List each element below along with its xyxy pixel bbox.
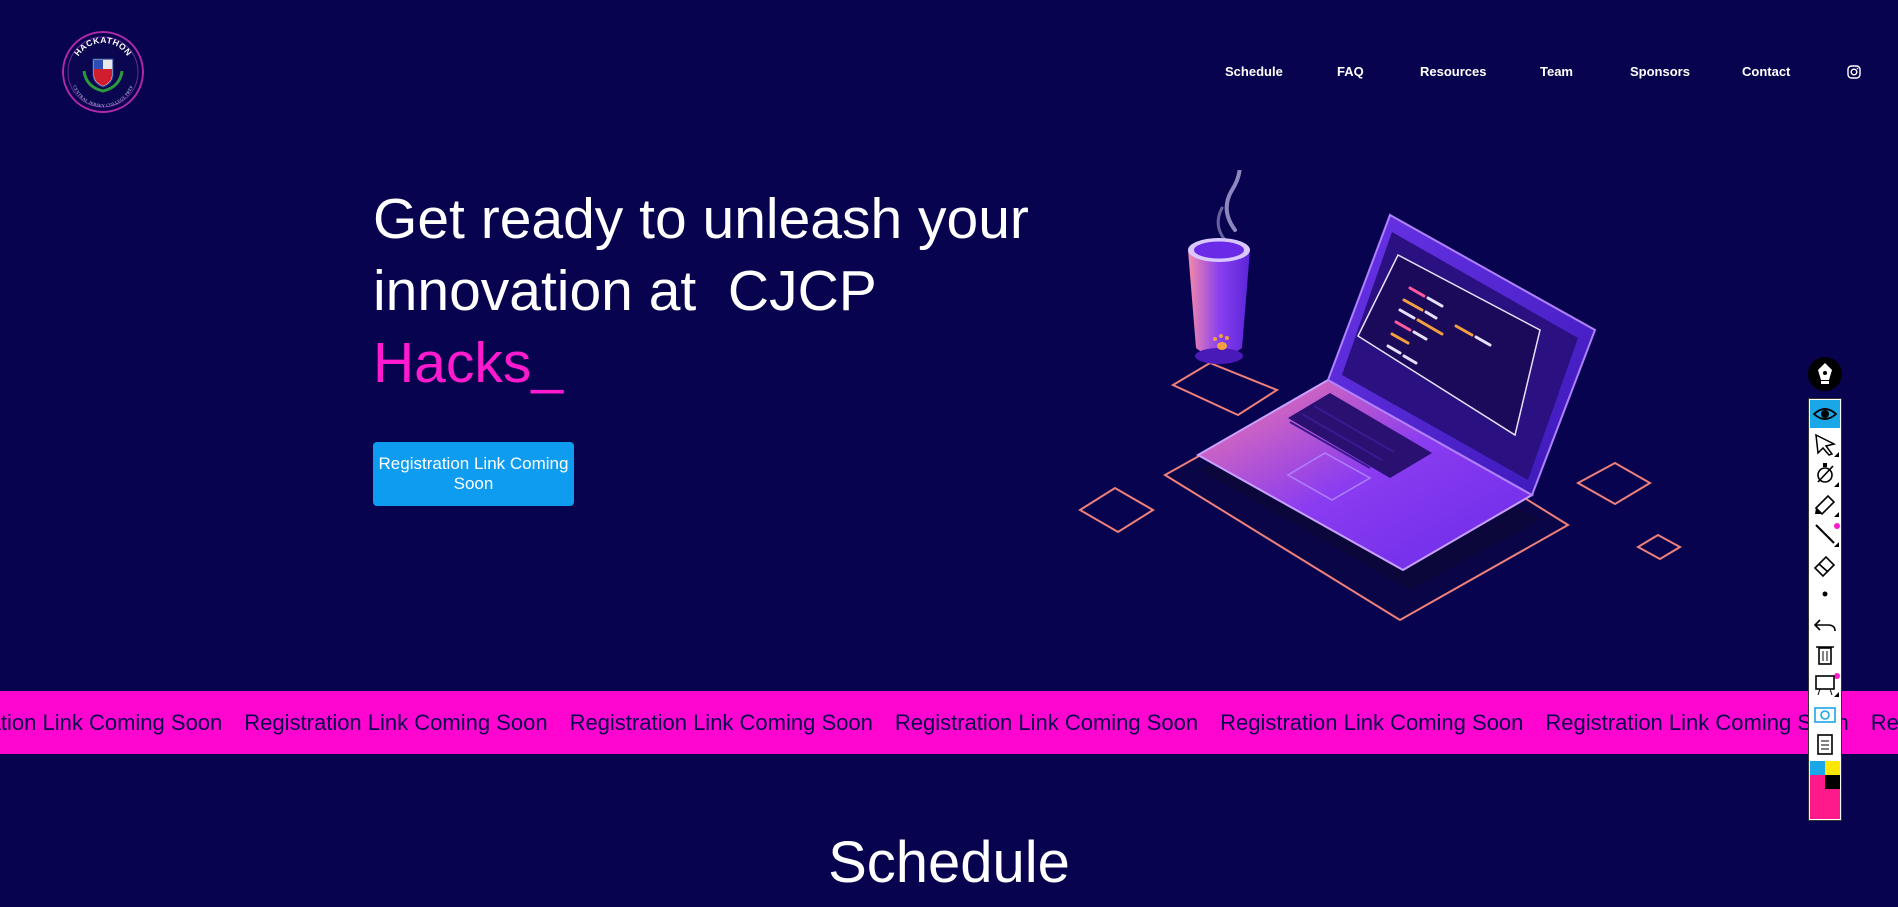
marquee-item: Registration Link Coming Soon: [1870, 710, 1898, 735]
hero-title-line2: innovation at CJCP: [373, 259, 877, 323]
nav-link-sponsors[interactable]: Sponsors: [1630, 64, 1690, 79]
screenshot-icon[interactable]: [1810, 700, 1840, 728]
marquee-item: Registration Link Coming Soon: [894, 710, 1199, 735]
pink-swatch[interactable]: [1810, 775, 1825, 789]
nav-link-contact[interactable]: Contact: [1742, 64, 1790, 79]
select-arrow-icon[interactable]: [1810, 430, 1840, 458]
trash-icon[interactable]: [1810, 640, 1840, 668]
hero-title: Get ready to unleash your innovation at …: [373, 183, 1093, 399]
hero-title-line1: Get ready to unleash your: [373, 187, 1029, 251]
dot-icon[interactable]: [1810, 580, 1840, 608]
current-color-swatch[interactable]: [1810, 789, 1840, 819]
page: HACKATHON CENTRAL JERSEY COLLEGE PREP Sc…: [0, 0, 1898, 907]
registration-button[interactable]: Registration Link Coming Soon: [373, 442, 574, 506]
eraser-icon[interactable]: [1810, 550, 1840, 578]
notes-icon[interactable]: [1810, 730, 1840, 758]
nav-link-team[interactable]: Team: [1540, 64, 1573, 79]
marquee-item: Registration Link Coming Soon: [1220, 710, 1524, 735]
laptop-coffee-illustration: [1078, 170, 1683, 622]
yellow-swatch[interactable]: [1825, 761, 1840, 775]
color-picker-icon[interactable]: [1810, 460, 1840, 488]
instagram-icon[interactable]: [1847, 65, 1861, 79]
black-swatch[interactable]: [1825, 775, 1840, 789]
undo-icon[interactable]: [1810, 610, 1840, 638]
nav-link-faq[interactable]: FAQ: [1337, 64, 1364, 79]
nav-link-schedule[interactable]: Schedule: [1225, 64, 1283, 79]
line-icon[interactable]: [1810, 520, 1840, 548]
main-nav: Schedule FAQ Resources Team Sponsors Con…: [0, 64, 1898, 84]
whiteboard-icon[interactable]: [1810, 670, 1840, 698]
schedule-heading: Schedule: [828, 830, 1070, 895]
pen-icon[interactable]: [1808, 357, 1842, 391]
marquee-track: Registration Link Coming Soon Registrati…: [0, 691, 1898, 754]
eye-icon[interactable]: [1810, 400, 1840, 428]
cyan-swatch[interactable]: [1810, 761, 1825, 775]
marquee-item: Registration Link Coming Soon: [569, 710, 873, 735]
marquee-item: Registration Link Coming Soon: [0, 710, 223, 735]
hero-title-accent: Hacks_: [373, 331, 564, 395]
marquee-item: Registration Link Coming Soon: [244, 710, 548, 735]
nav-link-resources[interactable]: Resources: [1420, 64, 1486, 79]
highlighter-icon[interactable]: [1810, 490, 1840, 518]
registration-marquee: Registration Link Coming Soon Registrati…: [0, 691, 1898, 754]
annotation-toolbar: [1808, 398, 1842, 821]
